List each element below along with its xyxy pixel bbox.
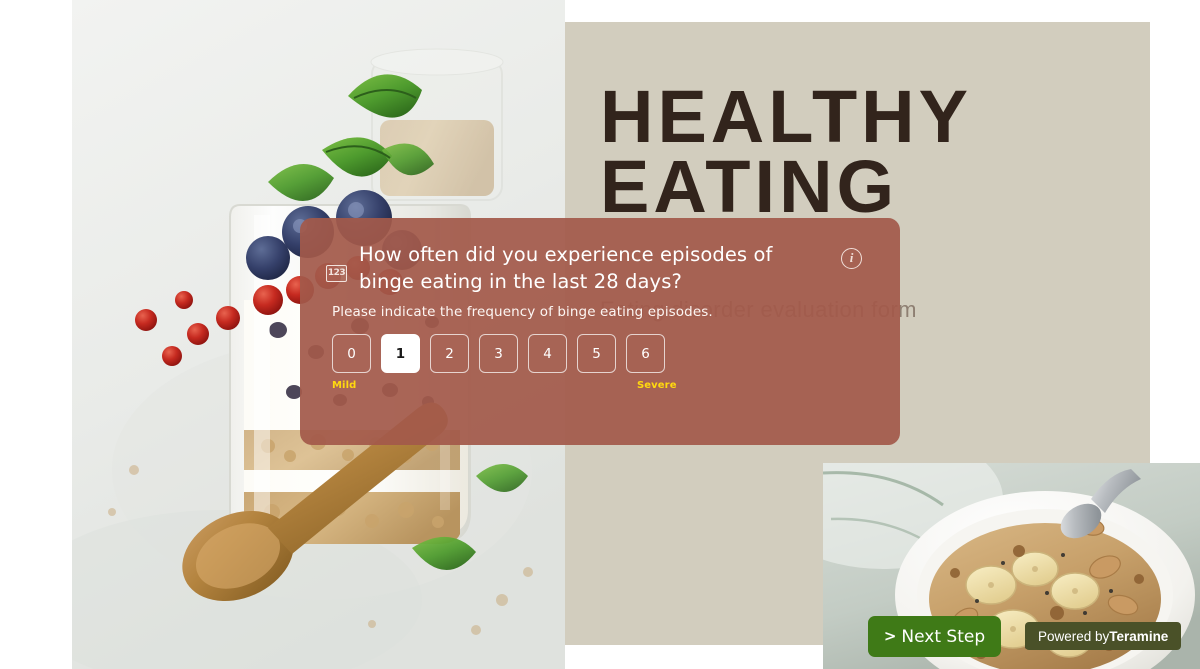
- scale-option-1[interactable]: 1: [381, 334, 420, 374]
- info-icon[interactable]: i: [841, 248, 862, 269]
- scale-option-3[interactable]: 3: [479, 334, 518, 374]
- rating-scale: 0 1 2 3 4 5 6: [332, 334, 874, 374]
- scale-option-0[interactable]: 0: [332, 334, 371, 374]
- scale-anchor-low: Mild: [332, 380, 357, 392]
- next-step-label: Next Step: [901, 626, 986, 647]
- question-card: 123 How often did you experience episode…: [300, 218, 900, 445]
- scale-option-6[interactable]: 6: [626, 334, 665, 374]
- scale-option-5[interactable]: 5: [577, 334, 616, 374]
- scale-anchor-high: Severe: [637, 380, 677, 392]
- question-header: 123 How often did you experience episode…: [326, 242, 874, 295]
- scale-option-2[interactable]: 2: [430, 334, 469, 374]
- powered-by-prefix: Powered by: [1038, 628, 1110, 644]
- page-title: HEALTHY EATING: [600, 75, 972, 229]
- question-text: How often did you experience episodes of…: [359, 243, 773, 293]
- numeric-input-icon: 123: [326, 265, 347, 282]
- question-hint: Please indicate the frequency of binge e…: [332, 304, 713, 321]
- chevron-right-icon: >: [883, 627, 897, 645]
- next-step-button[interactable]: > Next Step: [868, 616, 1001, 657]
- page-root: HEALTHY EATING Eating disorder evaluatio…: [0, 0, 1200, 669]
- scale-anchors: Mild Severe: [332, 380, 677, 394]
- teramine-brand: Teramine: [1109, 628, 1169, 644]
- scale-option-4[interactable]: 4: [528, 334, 567, 374]
- powered-by-badge[interactable]: Powered by Teramine: [1025, 622, 1182, 650]
